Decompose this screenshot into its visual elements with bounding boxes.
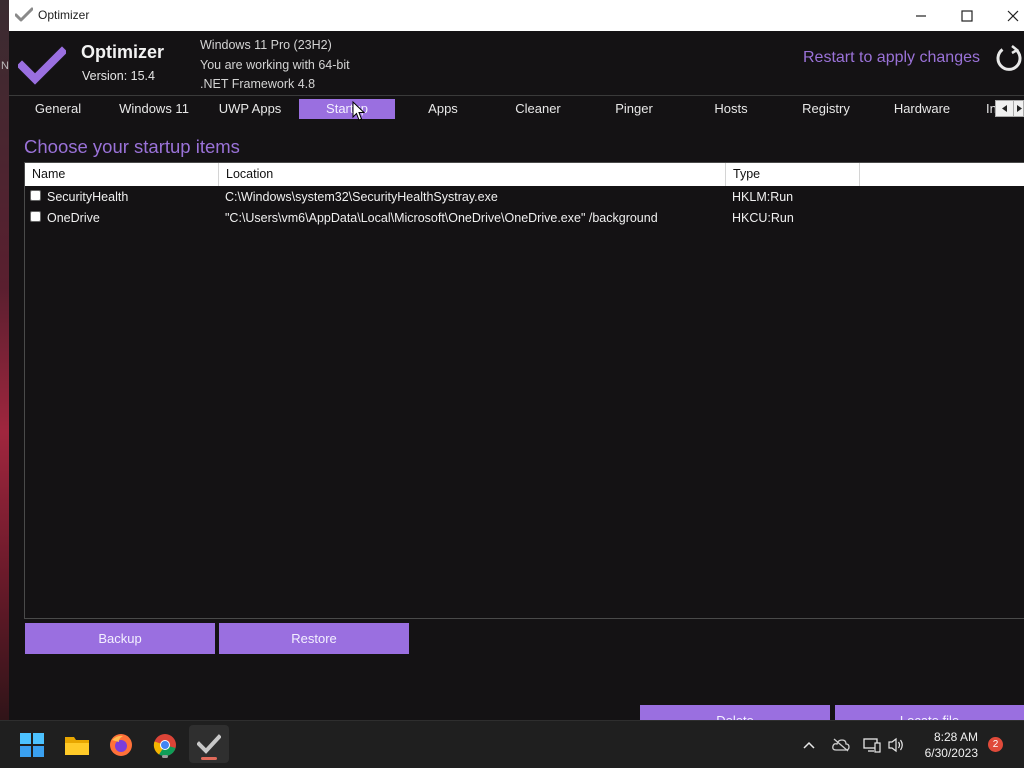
delete-button[interactable]: Delete xyxy=(640,705,830,720)
item-location: "C:\Users\vm6\AppData\Local\Microsoft\On… xyxy=(225,211,658,225)
list-header: Name Location Type xyxy=(25,163,1024,186)
startup-items-list[interactable]: Name Location Type SecurityHealth C:\Win… xyxy=(24,162,1024,619)
item-location: C:\Windows\system32\SecurityHealthSystra… xyxy=(225,190,498,204)
column-header-name[interactable]: Name xyxy=(25,163,219,186)
chrome-icon xyxy=(153,734,176,757)
desktop-background: N xyxy=(0,0,9,720)
tab-bar: General Windows 11 UWP Apps Startup Apps… xyxy=(9,95,1024,122)
arrow-right-icon xyxy=(1016,105,1022,112)
checkmark-app-icon xyxy=(15,7,33,22)
taskbar-firefox[interactable] xyxy=(105,729,137,761)
app-version: Version: 15.4 xyxy=(82,69,155,83)
clock-time: 8:28 AM xyxy=(933,730,978,744)
start-button[interactable] xyxy=(16,729,48,761)
column-header-location[interactable]: Location xyxy=(219,163,726,186)
tab-apps[interactable]: Apps xyxy=(403,99,483,119)
optimizer-window: Optimizer Optimizer Version: 15.4 Window… xyxy=(9,0,1024,720)
row-checkbox[interactable] xyxy=(30,190,41,201)
item-type: HKLM:Run xyxy=(732,190,794,204)
tab-cleaner[interactable]: Cleaner xyxy=(498,99,578,119)
list-item[interactable]: SecurityHealth C:\Windows\system32\Secur… xyxy=(25,187,1024,208)
column-header-filler xyxy=(860,163,1024,186)
maximize-icon xyxy=(961,9,973,22)
tab-startup[interactable]: Startup xyxy=(299,99,395,119)
app-name: Optimizer xyxy=(81,42,165,62)
architecture-info: You are working with 64-bit xyxy=(200,57,350,72)
onedrive-tray[interactable] xyxy=(830,734,852,756)
mouse-cursor-icon xyxy=(352,101,365,121)
network-icon xyxy=(863,738,881,753)
chevron-up-icon xyxy=(803,741,815,749)
backup-button[interactable]: Backup xyxy=(25,623,215,654)
tab-uwp-apps[interactable]: UWP Apps xyxy=(207,99,293,119)
notification-badge[interactable]: 2 xyxy=(988,737,1003,752)
close-button[interactable] xyxy=(990,0,1024,31)
optimizer-logo-icon xyxy=(18,46,66,85)
clock[interactable]: 8:28 AM 6/30/2023 xyxy=(910,729,978,761)
app-header: Optimizer Version: 15.4 Windows 11 Pro (… xyxy=(9,31,1024,95)
section-title: Choose your startup items xyxy=(24,136,240,157)
tab-scroll-right-button[interactable] xyxy=(1013,100,1024,117)
system-info: Windows 11 Pro (23H2) You are working wi… xyxy=(200,36,350,95)
show-hidden-icons-button[interactable] xyxy=(798,734,820,756)
taskbar-optimizer[interactable] xyxy=(189,725,229,763)
tab-registry[interactable]: Registry xyxy=(786,99,866,119)
taskbar-chrome[interactable] xyxy=(149,729,181,761)
taskbar-file-explorer[interactable] xyxy=(61,729,93,761)
row-checkbox[interactable] xyxy=(30,211,41,222)
minimize-icon xyxy=(916,14,926,17)
file-explorer-icon xyxy=(65,737,89,755)
volume-tray[interactable] xyxy=(885,734,907,756)
clock-date: 6/30/2023 xyxy=(924,746,978,760)
tab-general[interactable]: General xyxy=(21,99,95,119)
restart-icon[interactable] xyxy=(993,43,1024,75)
active-indicator xyxy=(201,757,217,760)
tab-pinger[interactable]: Pinger xyxy=(594,99,674,119)
tab-hardware[interactable]: Hardware xyxy=(882,99,962,119)
item-name: SecurityHealth xyxy=(47,190,129,204)
list-item[interactable]: OneDrive "C:\Users\vm6\AppData\Local\Mic… xyxy=(25,208,1024,229)
os-version: Windows 11 Pro (23H2) xyxy=(200,38,332,52)
framework-info: .NET Framework 4.8 xyxy=(200,77,316,91)
tab-windows-11[interactable]: Windows 11 xyxy=(109,99,199,119)
tab-scroll-left-button[interactable] xyxy=(995,100,1014,117)
item-name: OneDrive xyxy=(47,211,100,225)
locate-file-button[interactable]: Locate file xyxy=(835,705,1024,720)
cloud-offline-icon xyxy=(832,738,850,752)
close-icon xyxy=(1007,10,1019,21)
desktop-edge-text: N xyxy=(1,60,9,72)
optimizer-icon xyxy=(197,734,221,754)
restart-link[interactable]: Restart to apply changes xyxy=(803,49,980,67)
minimize-button[interactable] xyxy=(898,0,944,31)
taskbar: 8:28 AM 6/30/2023 xyxy=(0,720,1024,768)
network-tray[interactable] xyxy=(861,734,883,756)
column-header-type[interactable]: Type xyxy=(726,163,860,186)
running-indicator xyxy=(162,755,168,758)
firefox-icon xyxy=(110,734,132,756)
restore-button[interactable]: Restore xyxy=(219,623,409,654)
window-title: Optimizer xyxy=(38,8,90,22)
speaker-icon xyxy=(888,737,903,753)
tab-hosts[interactable]: Hosts xyxy=(691,99,771,119)
maximize-button[interactable] xyxy=(944,0,990,31)
title-bar[interactable]: Optimizer xyxy=(9,0,1024,31)
arrow-left-icon xyxy=(1001,105,1007,112)
item-type: HKCU:Run xyxy=(732,211,794,225)
windows-start-icon xyxy=(20,733,44,757)
